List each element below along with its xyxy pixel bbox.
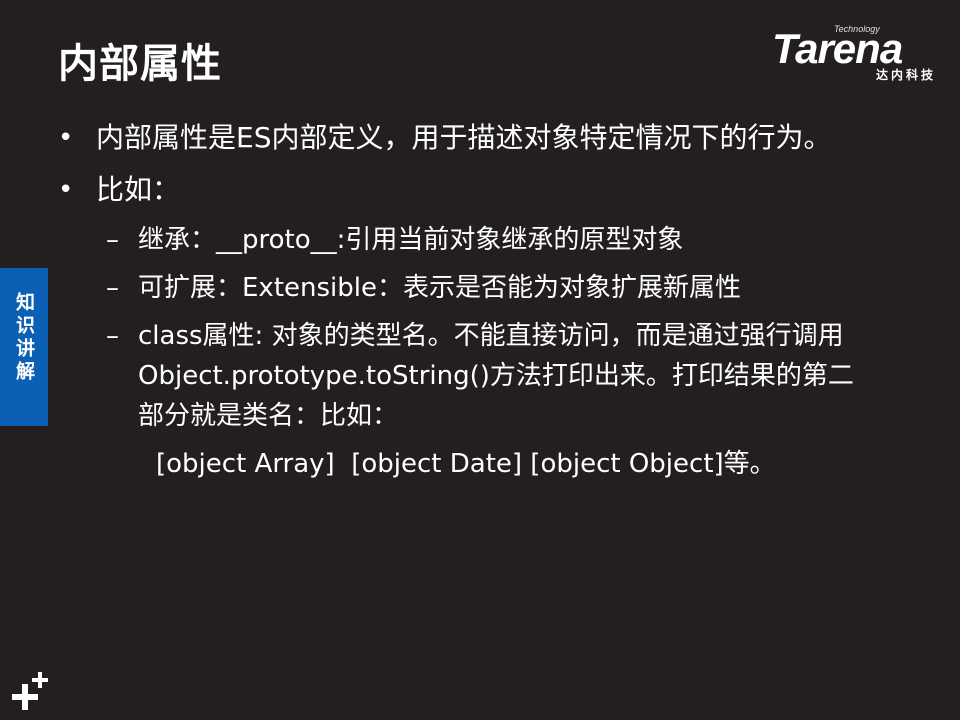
bullet-marker: •	[58, 175, 74, 205]
slide-content: • 内部属性是ES内部定义，用于描述对象特定情况下的行为。 • 比如： – 继承…	[58, 116, 888, 484]
logo-sub-text: 达内科技	[875, 68, 936, 82]
slide-title: 内部属性	[58, 41, 222, 87]
sub-bullet-text: class属性: 对象的类型名。不能直接访问，而是通过强行调用Object.pr…	[138, 321, 854, 431]
sub-bullet-text: 可扩展：Extensible：表示是否能为对象扩展新属性	[138, 273, 741, 303]
sub-bullet-item: – 可扩展：Extensible：表示是否能为对象扩展新属性	[58, 268, 858, 308]
dash-marker: –	[106, 273, 119, 303]
sub-bullet-text: 继承：__proto__:引用当前对象继承的原型对象	[138, 225, 684, 255]
dash-marker: –	[106, 321, 119, 351]
sub-bullet-item: – class属性: 对象的类型名。不能直接访问，而是通过强行调用Object.…	[58, 316, 858, 436]
example-text: [object Array] [object Date] [object Obj…	[156, 449, 776, 479]
side-tab-label: 知识讲解	[13, 292, 35, 384]
side-tab: 知识讲解	[0, 268, 48, 426]
bullet-marker: •	[58, 123, 74, 153]
bullet-item: • 比如：	[58, 168, 888, 212]
tarena-logo: Technology Tarena 达内科技	[772, 22, 942, 84]
plus-icon	[12, 672, 48, 710]
dash-marker: –	[106, 225, 119, 255]
sub-bullet-item: – 继承：__proto__:引用当前对象继承的原型对象	[58, 220, 858, 260]
logo-main-text: Tarena	[772, 25, 903, 72]
bullet-text: 内部属性是ES内部定义，用于描述对象特定情况下的行为。	[96, 121, 832, 154]
bullet-item: • 内部属性是ES内部定义，用于描述对象特定情况下的行为。	[58, 116, 888, 160]
bullet-text: 比如：	[96, 173, 181, 206]
